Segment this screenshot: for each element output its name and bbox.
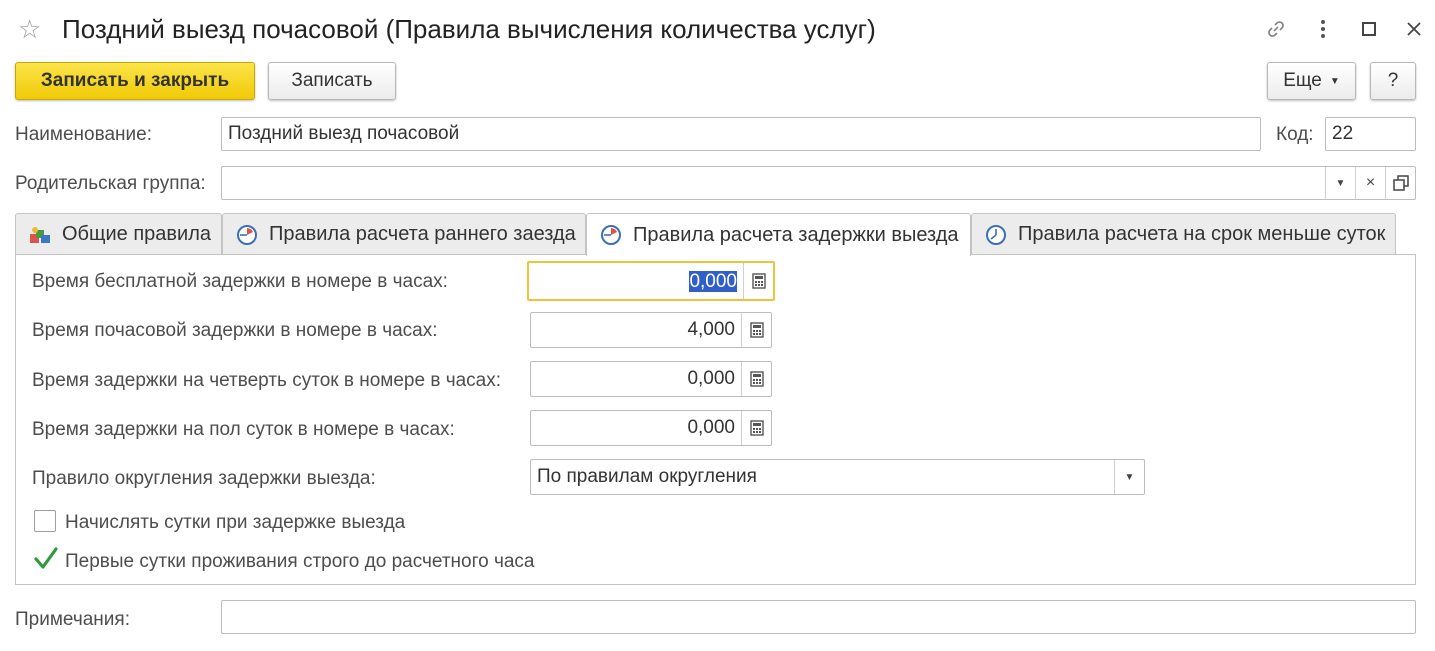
tab-label: Правила расчета на срок меньше суток bbox=[1018, 223, 1386, 245]
more-button-label: Еще bbox=[1283, 70, 1322, 91]
code-label: Код: bbox=[1276, 124, 1314, 145]
help-button[interactable]: ? bbox=[1370, 62, 1416, 100]
window-title: Поздний выезд почасовой (Правила вычисле… bbox=[62, 14, 876, 44]
rounding-rule-label: Правило округления задержки выезда: bbox=[32, 468, 376, 489]
tab-early-checkin[interactable]: Правила расчета раннего заезда bbox=[222, 213, 586, 255]
tab-general-rules[interactable]: Общие правила bbox=[15, 213, 222, 255]
hourly-delay-label: Время почасовой задержки в номере в часа… bbox=[32, 320, 438, 341]
name-label: Наименование: bbox=[15, 124, 152, 145]
free-delay-label: Время бесплатной задержки в номере в час… bbox=[32, 271, 448, 292]
rounding-rule-select[interactable]: По правилам округления ▼ bbox=[530, 459, 1145, 495]
clock-icon bbox=[599, 223, 623, 247]
clock-icon bbox=[235, 223, 259, 247]
more-button[interactable]: Еще ▼ bbox=[1267, 62, 1356, 100]
notes-label: Примечания: bbox=[15, 609, 130, 630]
parent-group-field[interactable]: ▼ × bbox=[221, 166, 1416, 200]
free-delay-value: 0,000 bbox=[689, 271, 737, 292]
more-vert-icon[interactable] bbox=[1310, 16, 1336, 42]
hourly-delay-input[interactable]: 4,000 bbox=[530, 312, 772, 348]
tab-less-than-day[interactable]: Правила расчета на срок меньше суток bbox=[971, 213, 1396, 255]
clock-icon bbox=[984, 223, 1008, 247]
chevron-down-icon: ▼ bbox=[1329, 75, 1340, 87]
first-day-label: Первые сутки проживания строго до расчет… bbox=[65, 551, 535, 572]
accrue-day-label: Начислять сутки при задержке выезда bbox=[65, 512, 406, 533]
half-day-delay-value: 0,000 bbox=[687, 417, 735, 438]
parent-group-label: Родительская группа: bbox=[15, 173, 206, 194]
calculator-icon[interactable] bbox=[741, 411, 771, 445]
name-input[interactable]: Поздний выезд почасовой bbox=[221, 117, 1261, 151]
maximize-icon[interactable] bbox=[1356, 16, 1382, 42]
tab-label: Правила расчета задержки выезда bbox=[633, 223, 959, 246]
code-input[interactable]: 22 bbox=[1325, 117, 1416, 151]
clear-icon[interactable]: × bbox=[1355, 167, 1385, 199]
first-day-checkbox[interactable] bbox=[33, 546, 59, 572]
tab-late-checkout[interactable]: Правила расчета задержки выезда bbox=[586, 213, 971, 256]
open-icon[interactable] bbox=[1385, 167, 1415, 199]
save-button[interactable]: Записать bbox=[268, 62, 396, 100]
rules-icon bbox=[28, 223, 52, 247]
save-and-close-button[interactable]: Записать и закрыть bbox=[15, 62, 255, 100]
quarter-day-delay-input[interactable]: 0,000 bbox=[530, 361, 772, 397]
free-delay-input[interactable]: 0,000 bbox=[527, 261, 775, 301]
calculator-icon[interactable] bbox=[741, 362, 771, 396]
checkmark-icon bbox=[34, 547, 58, 569]
notes-input[interactable] bbox=[221, 600, 1416, 634]
close-icon[interactable] bbox=[1401, 16, 1427, 42]
tab-label: Правила расчета раннего заезда bbox=[269, 223, 576, 245]
dropdown-arrow-icon[interactable]: ▼ bbox=[1325, 167, 1355, 199]
half-day-delay-label: Время задержки на пол суток в номере в ч… bbox=[32, 419, 455, 440]
half-day-delay-input[interactable]: 0,000 bbox=[530, 410, 772, 446]
quarter-day-delay-value: 0,000 bbox=[687, 368, 735, 389]
accrue-day-checkbox[interactable] bbox=[34, 510, 56, 532]
favorite-star-icon[interactable]: ☆ bbox=[18, 14, 41, 45]
rounding-rule-value: По правилам округления bbox=[537, 466, 757, 487]
link-icon[interactable] bbox=[1263, 16, 1289, 42]
dropdown-arrow-icon[interactable]: ▼ bbox=[1114, 460, 1144, 494]
tab-label: Общие правила bbox=[62, 223, 211, 245]
calculator-icon[interactable] bbox=[743, 263, 773, 299]
quarter-day-delay-label: Время задержки на четверть суток в номер… bbox=[32, 370, 502, 391]
calculator-icon[interactable] bbox=[741, 313, 771, 347]
hourly-delay-value: 4,000 bbox=[687, 319, 735, 340]
